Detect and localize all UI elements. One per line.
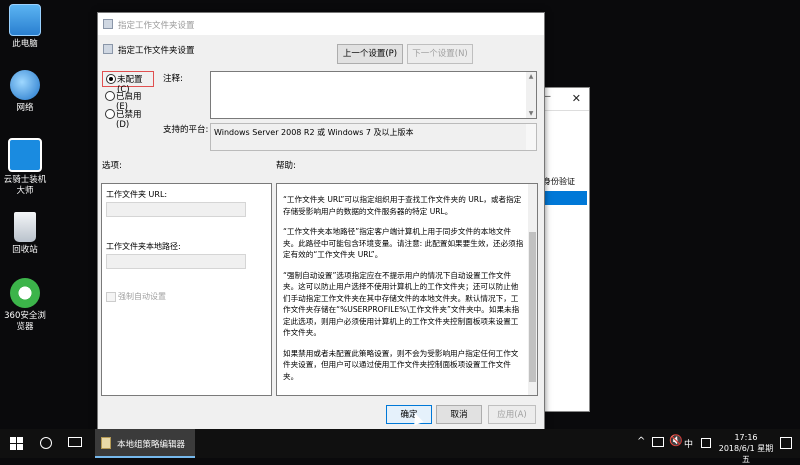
policy-icon <box>103 19 113 29</box>
platform-value: Windows Server 2008 R2 或 Windows 7 及以上版本 <box>214 128 414 137</box>
url-input[interactable] <box>106 202 246 217</box>
desktop-icon-label: 云骑士装机大师 <box>3 175 47 196</box>
desktop-icon-label: 此电脑 <box>12 39 38 49</box>
taskbar: 本地组策略编辑器 ^ 🔇 中 17:16 2018/6/1 星期五 <box>0 429 800 464</box>
network-icon <box>10 70 40 100</box>
tray-chevron-icon[interactable]: ^ <box>637 436 645 447</box>
computer-icon <box>9 4 41 36</box>
taskbar-clock[interactable]: 17:16 2018/6/1 星期五 <box>718 432 774 465</box>
force-auto-checkbox[interactable] <box>106 292 116 302</box>
help-paragraph: “工作文件夹本地路径”指定客户端计算机上用于同步文件的本地文件夹。此路径中可能包… <box>283 227 524 259</box>
desktop-icon-label: 360安全浏览器 <box>4 311 46 332</box>
help-paragraph: 如果禁用或者未配置此策略设置，则不会为受影响用户指定任何工作文件夹设置，但用户可… <box>283 348 519 381</box>
desktop-icon-label: 网络 <box>16 103 34 113</box>
options-panel: 工作文件夹 URL: 工作文件夹本地路径: 强制自动设置 <box>101 183 272 396</box>
radio-enabled[interactable]: 已启用(E) <box>102 89 152 112</box>
comment-label: 注释: <box>163 74 183 84</box>
next-setting-button[interactable]: 下一个设置(N) <box>407 44 473 64</box>
scroll-down-icon[interactable]: ▼ <box>526 110 536 117</box>
apply-button[interactable]: 应用(A) <box>488 405 536 424</box>
help-paragraph: “工作文件夹 URL”可以指定组织用于查找工作文件夹的 URL，或者指定存储受影… <box>283 195 522 216</box>
radio-not-configured[interactable]: 未配置(C) <box>102 71 154 95</box>
desktop-icon-yunqishi[interactable]: 云骑士装机大师 <box>0 138 50 197</box>
options-label: 选项: <box>102 161 122 171</box>
task-view-icon[interactable] <box>68 437 82 447</box>
local-path-label: 工作文件夹本地路径: <box>106 242 181 251</box>
radio-disabled[interactable]: 已禁用(D) <box>102 107 152 130</box>
desktop-icon-label: 回收站 <box>12 245 38 255</box>
radio-button[interactable] <box>105 91 115 101</box>
force-auto-label: 强制自动设置 <box>118 292 166 301</box>
policy-editor-icon <box>101 437 111 449</box>
notification-center-icon[interactable] <box>780 437 792 449</box>
platform-scrollbar[interactable] <box>526 124 536 150</box>
desktop-icon-360-browser[interactable]: 360安全浏览器 <box>0 278 50 333</box>
network-tray-icon[interactable] <box>652 437 664 447</box>
taskbar-app-policy-editor[interactable]: 本地组策略编辑器 <box>95 429 195 458</box>
desktop-icon-network[interactable]: 网络 <box>0 70 50 114</box>
recycle-bin-icon <box>14 212 36 242</box>
help-scrollbar[interactable] <box>528 184 537 395</box>
platform-label: 支持的平台: <box>163 125 209 135</box>
speaker-muted-icon[interactable]: 🔇 <box>669 434 683 447</box>
search-circle-icon[interactable] <box>40 437 52 449</box>
desktop-icon-computer[interactable]: 此电脑 <box>0 4 50 50</box>
desktop-icon-recycle-bin[interactable]: 回收站 <box>0 212 50 256</box>
scroll-up-icon[interactable]: ▲ <box>526 73 536 80</box>
help-paragraph: “强制自动设置”选项指定应在不提示用户的情况下自动设置工作文件夹。这可以防止用户… <box>283 270 520 338</box>
ime-indicator[interactable]: 中 <box>684 437 693 450</box>
policy-header-icon <box>103 44 113 54</box>
ok-button[interactable]: 确定 <box>386 405 432 424</box>
background-window[interactable]: — ✕ 身份验证 <box>540 87 590 412</box>
dialog-titlebar: 指定工作文件夹设置 <box>98 13 544 35</box>
cancel-button[interactable]: 取消 <box>436 405 482 424</box>
browser-360-icon <box>10 278 40 308</box>
clock-date: 2018/6/1 星期五 <box>718 444 774 464</box>
selected-list-item[interactable] <box>541 191 587 205</box>
background-window-titlebar: — ✕ <box>541 88 589 111</box>
taskbar-app-label: 本地组策略编辑器 <box>117 440 186 450</box>
previous-setting-button[interactable]: 上一个设置(P) <box>337 44 403 64</box>
help-scroll-thumb[interactable] <box>529 232 536 382</box>
policy-setting-dialog: 指定工作文件夹设置 指定工作文件夹设置 上一个设置(P) 下一个设置(N) 未配… <box>97 12 545 431</box>
start-windows-icon[interactable] <box>10 437 23 450</box>
notification-tray-icon[interactable] <box>701 438 711 448</box>
help-label: 帮助: <box>276 161 296 171</box>
comment-textarea[interactable]: ▲ ▼ <box>210 71 537 119</box>
yunqishi-icon <box>8 138 42 172</box>
radio-disabled-label: 已禁用(D) <box>116 110 142 130</box>
platform-box: Windows Server 2008 R2 或 Windows 7 及以上版本 <box>210 123 537 151</box>
list-item[interactable]: 身份验证 <box>541 176 589 187</box>
radio-button-checked[interactable] <box>106 74 116 84</box>
close-icon[interactable]: ✕ <box>572 92 581 105</box>
url-label: 工作文件夹 URL: <box>106 190 168 199</box>
dialog-window-title: 指定工作文件夹设置 <box>118 21 195 31</box>
local-path-input[interactable] <box>106 254 246 269</box>
clock-time: 17:16 <box>734 433 758 442</box>
comment-scrollbar[interactable]: ▲ ▼ <box>526 72 536 118</box>
help-text: “工作文件夹 URL”可以指定组织用于查找工作文件夹的 URL，或者指定存储受影… <box>283 194 525 391</box>
help-panel: “工作文件夹 URL”可以指定组织用于查找工作文件夹的 URL，或者指定存储受影… <box>276 183 538 396</box>
policy-header-title: 指定工作文件夹设置 <box>118 46 195 56</box>
radio-button[interactable] <box>105 109 115 119</box>
